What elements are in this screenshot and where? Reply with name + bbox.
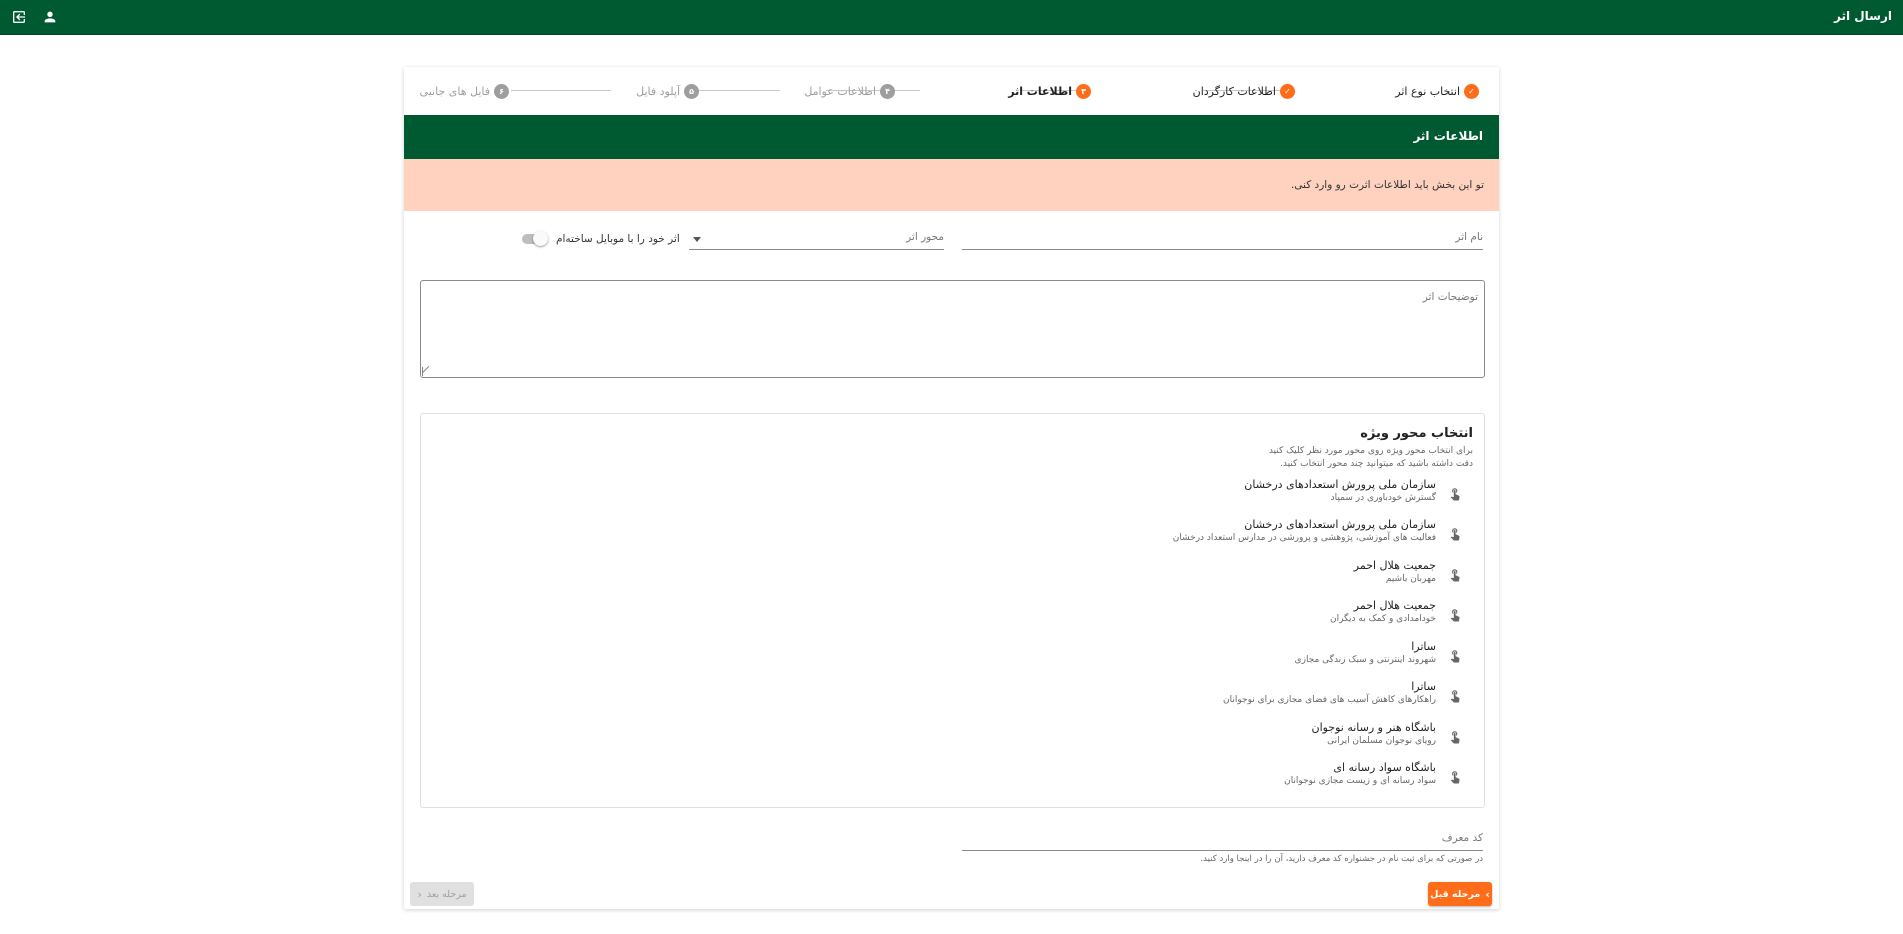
axis-placeholder: محور اثر [906,231,944,243]
axis-item-org: ساترا [1411,640,1436,653]
stepper: ✓ انتخاب نوع اثر ✓ اطلاعات کارگردان ۳ اط… [404,67,1499,115]
axis-item[interactable]: سازمان ملی پرورش استعدادهای درخشان فعالی… [1102,518,1462,550]
step-label: آپلود فایل [636,84,680,98]
alert-text: تو این بخش باید اطلاعات اثرت رو وارد کنی… [1290,179,1484,191]
prev-step-button[interactable]: › مرحله قبل [1428,882,1492,906]
step-connector [511,90,611,91]
axis-item-topic: راهکارهای کاهش آسیب های فضای مجازی برای … [1223,695,1436,705]
axis-item-org: جمعیت هلال احمر [1353,559,1436,572]
ref-code-field[interactable]: کد معرف [962,832,1483,851]
step-crew-info[interactable]: ۴ اطلاعات عوامل [804,82,895,100]
prev-step-label: مرحله قبل [1430,888,1481,900]
step-number: ۴ [880,83,895,99]
step-select-type[interactable]: ✓ انتخاب نوع اثر [1395,82,1479,100]
step-director-info[interactable]: ✓ اطلاعات کارگردان [1193,82,1295,100]
axis-item-org: ساترا [1411,680,1436,693]
toggle-switch[interactable] [522,231,548,246]
touch-icon [1450,569,1460,582]
check-icon: ✓ [1464,83,1479,99]
touch-icon [1450,650,1460,663]
special-axis-hint: برای انتخاب محور ویژه روی محور مورد نظر … [1268,446,1473,456]
axis-item-topic: مهربان باشیم [1385,574,1436,584]
axis-item-org: باشگاه هنر و رسانه نوجوان [1311,721,1436,734]
next-step-label: مرحله بعد [426,888,467,900]
axis-item-topic: خودامدادی و کمک به دیگران [1329,614,1436,624]
axis-item-org: سازمان ملی پرورش استعدادهای درخشان [1244,518,1436,531]
info-alert: تو این بخش باید اطلاعات اثرت رو وارد کنی… [404,159,1499,211]
form-card: ✓ انتخاب نوع اثر ✓ اطلاعات کارگردان ۳ اط… [404,67,1499,909]
step-label: فایل های جانبی [419,84,490,98]
chevron-right-icon: › [1485,887,1490,901]
step-label: اطلاعات اثر [1008,84,1072,98]
touch-icon [1450,528,1460,541]
step-label: اطلاعات کارگردان [1192,84,1276,98]
chevron-left-icon: ‹ [417,887,422,901]
touch-icon [1450,488,1460,501]
step-upload-file[interactable]: ۵ آپلود فایل [636,82,699,100]
check-icon: ✓ [1280,83,1295,99]
axis-item-topic: رویای نوجوان مسلمان ایرانی [1327,736,1436,746]
next-step-button[interactable]: مرحله بعد ‹ [410,882,474,906]
touch-icon [1450,609,1460,622]
top-app-bar: ارسال اثر [0,0,1903,35]
logout-icon[interactable] [11,9,27,25]
step-label: انتخاب نوع اثر [1395,84,1460,98]
special-axis-panel: انتخاب محور ویژه برای انتخاب محور ویژه ر… [420,413,1485,808]
ref-code-help: در صورتی که برای ثبت نام در جشنواره کد م… [1200,854,1483,864]
axis-item[interactable]: جمعیت هلال احمر خودامدادی و کمک به دیگرا… [1102,599,1462,631]
axis-item[interactable]: ساترا راهکارهای کاهش آسیب های فضای مجازی… [1102,680,1462,712]
axis-item[interactable]: باشگاه سواد رسانه ای سواد رسانه ای و زیس… [1102,761,1462,793]
axis-item-org: جمعیت هلال احمر [1353,599,1436,612]
special-axis-hint: دقت داشته باشید که میتوانید چند محور انت… [1280,459,1473,469]
axis-item-topic: سواد رسانه ای و زیست مجازی نوجوانان [1284,776,1436,786]
ref-code-input[interactable] [962,832,1483,850]
description-textarea[interactable]: توضیحات اثر [420,280,1485,378]
toggle-knob [533,231,548,246]
account-icon[interactable] [42,9,58,25]
section-header: اطلاعات اثر [404,115,1499,159]
resize-handle[interactable] [422,367,432,376]
axis-item[interactable]: ساترا شهروند اینترنتی و سبک زندگی مجازی [1102,640,1462,672]
description-placeholder: توضیحات اثر [1422,291,1478,303]
step-number: ۵ [684,83,699,99]
step-label: اطلاعات عوامل [804,84,876,98]
app-title: ارسال اثر [1833,9,1892,23]
chevron-down-icon [693,237,701,242]
axis-item-topic: گسترش خودباوری در سمپاد [1330,493,1436,503]
touch-icon [1450,690,1460,703]
step-work-info[interactable]: ۳ اطلاعات اثر [1008,82,1091,100]
section-title: اطلاعات اثر [1413,129,1483,143]
name-field[interactable]: نام اثر [962,231,1483,250]
axis-item-org: سازمان ملی پرورش استعدادهای درخشان [1244,478,1436,491]
step-connector [694,90,780,91]
mobile-toggle-label: اثر خود را با موبایل ساخته‌ام [556,233,680,245]
axis-item[interactable]: باشگاه هنر و رسانه نوجوان رویای نوجوان م… [1102,721,1462,753]
axis-item-topic: شهروند اینترنتی و سبک زندگی مجازی [1294,655,1436,665]
axis-item[interactable]: جمعیت هلال احمر مهربان باشیم [1102,559,1462,591]
name-input[interactable] [962,231,1483,249]
special-axis-title: انتخاب محور ویژه [1360,426,1473,441]
step-number: ۳ [1076,83,1091,99]
touch-icon [1450,771,1460,784]
step-extra-files[interactable]: ۶ فایل های جانبی [420,82,509,100]
axis-item-org: باشگاه سواد رسانه ای [1333,761,1436,774]
axis-item-topic: فعالیت های آموزشی، پژوهشی و پرورشی در مد… [1172,533,1436,543]
axis-select[interactable]: محور اثر [689,231,944,250]
mobile-toggle[interactable]: اثر خود را با موبایل ساخته‌ام [522,231,680,247]
touch-icon [1450,731,1460,744]
axis-item[interactable]: سازمان ملی پرورش استعدادهای درخشان گسترش… [1102,478,1462,510]
step-number: ۶ [494,83,509,99]
